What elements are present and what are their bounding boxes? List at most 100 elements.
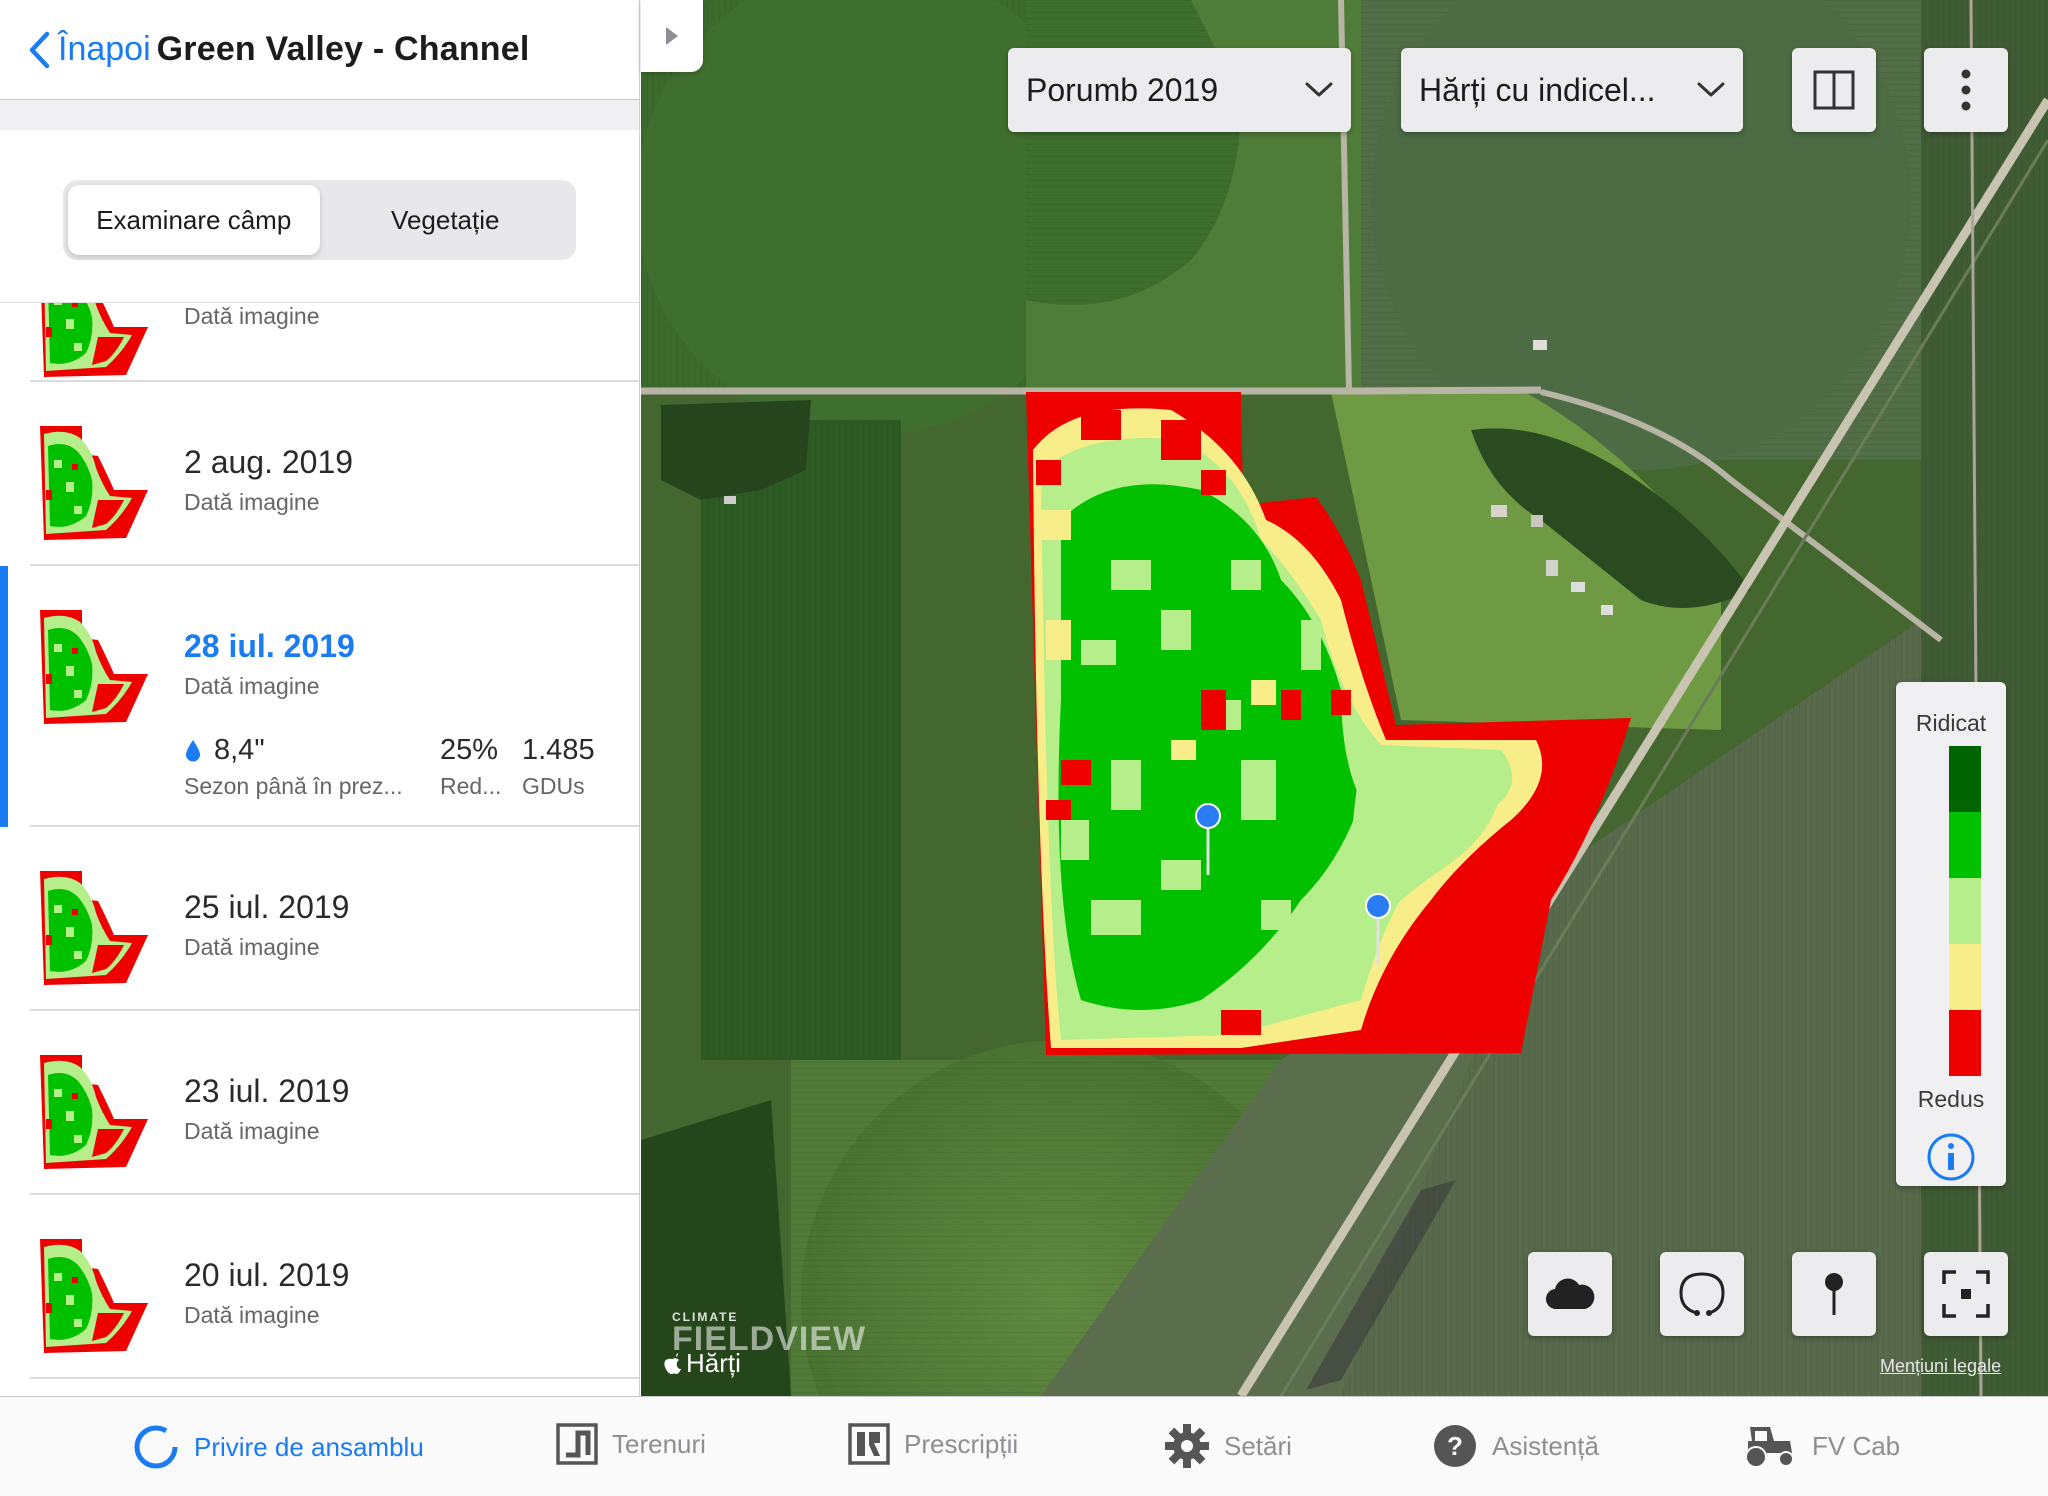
rain-value: 8,4" xyxy=(214,734,265,766)
legend-swatch xyxy=(1949,1010,1981,1076)
gdu-value: 1.485 xyxy=(522,734,595,766)
field-thumbnail xyxy=(40,1055,148,1169)
cloud-button[interactable] xyxy=(1528,1252,1612,1336)
tab-overview-label: Privire de ansamblu xyxy=(194,1431,424,1462)
map-type-dropdown[interactable]: Hărți cu indicel... xyxy=(1401,48,1743,132)
rain-stat: 8,4" Sezon până în prez... xyxy=(184,734,440,800)
maps-label: Hărți xyxy=(686,1348,741,1378)
tab-field-scouting[interactable]: Examinare câmp xyxy=(68,185,320,255)
list-item[interactable]: 20 iul. 2019 Dată imagine xyxy=(30,1195,639,1379)
collapse-panel-button[interactable] xyxy=(641,0,703,72)
list-item[interactable]: 25 iul. 2019 Dată imagine xyxy=(30,827,639,1011)
tab-settings-label: Setări xyxy=(1224,1430,1292,1461)
list-item[interactable]: 2 aug. 2019 Dată imagine xyxy=(30,382,639,566)
legend-swatch xyxy=(1949,812,1981,878)
legend-swatch xyxy=(1949,878,1981,944)
field-thumbnail xyxy=(41,303,148,377)
tab-settings[interactable]: Setări xyxy=(1164,1423,1292,1469)
crop-season-value: Porumb 2019 xyxy=(1026,71,1219,108)
field-thumbnail xyxy=(40,1239,148,1353)
gear-icon xyxy=(1165,1424,1209,1468)
reduced-stat: 25% Red... xyxy=(440,734,522,800)
fields-icon xyxy=(556,1423,598,1465)
prescriptions-icon xyxy=(848,1423,890,1465)
info-icon[interactable] xyxy=(1926,1132,1976,1182)
reduced-value: 25% xyxy=(440,734,499,766)
item-date: 28 iul. 2019 xyxy=(184,628,355,664)
list-item[interactable]: Dată imagine xyxy=(30,303,639,382)
tab-support[interactable]: ? Asistență xyxy=(1432,1423,1599,1469)
field-thumbnail xyxy=(40,871,148,985)
item-date: 23 iul. 2019 xyxy=(184,1073,350,1109)
navigation-bar: Înapoi Green Valley - Channel xyxy=(0,0,639,100)
help-icon: ? xyxy=(1434,1425,1476,1467)
cloud-icon xyxy=(1545,1278,1595,1310)
legend-swatch xyxy=(1949,746,1981,812)
tab-fields[interactable]: Terenuri xyxy=(556,1423,706,1465)
legend-swatch xyxy=(1949,944,1981,1010)
tab-fields-label: Terenuri xyxy=(612,1428,706,1459)
tab-overview[interactable]: Privire de ansamblu xyxy=(132,1423,424,1471)
tab-support-label: Asistență xyxy=(1492,1430,1599,1461)
field-list-panel: Înapoi Green Valley - Channel Examinare … xyxy=(0,0,640,1396)
imagery-list: Dată imagine 2 aug. 2019 Dată imagine 28… xyxy=(0,303,639,1396)
chevron-left-icon xyxy=(29,31,50,68)
gdu-label: GDUs xyxy=(522,773,585,799)
play-right-icon xyxy=(666,27,678,45)
overview-icon xyxy=(134,1425,178,1469)
map-type-value: Hărți cu indicel... xyxy=(1419,71,1656,108)
item-subtitle: Dată imagine xyxy=(184,1302,320,1328)
tab-vegetation[interactable]: Vegetație xyxy=(320,185,572,255)
list-item[interactable]: 23 iul. 2019 Dată imagine xyxy=(30,1011,639,1195)
back-label: Înapoi xyxy=(58,30,151,68)
vegetation-index-overlay xyxy=(1026,392,1631,1055)
view-segmented-control: Examinare câmp Vegetație xyxy=(63,180,576,260)
legend-high-label: Ridicat xyxy=(1915,710,1987,736)
season-stats: 8,4" Sezon până în prez... 25% Red... 1.… xyxy=(184,734,595,800)
drop-pin-button[interactable] xyxy=(1792,1252,1876,1336)
gdu-stat: 1.485 GDUs xyxy=(522,734,595,800)
back-button[interactable]: Înapoi xyxy=(28,30,151,69)
tab-fv-cab[interactable]: FV Cab xyxy=(1740,1423,1900,1469)
item-subtitle: Dată imagine xyxy=(184,489,320,515)
tractor-icon xyxy=(1745,1427,1794,1468)
field-thumbnail xyxy=(40,426,148,540)
rain-label: Sezon până în prez... xyxy=(184,773,403,799)
chevron-down-icon xyxy=(1697,82,1725,97)
split-view-button[interactable] xyxy=(1792,48,1876,132)
field-thumbnail xyxy=(40,610,148,724)
split-view-icon xyxy=(1813,70,1855,110)
satellite-map[interactable] xyxy=(641,0,2048,1396)
reduced-label: Red... xyxy=(440,773,502,799)
pin-icon xyxy=(1825,1273,1843,1315)
field-title: Green Valley - Channel xyxy=(156,30,530,68)
item-subtitle: Dată imagine xyxy=(184,1118,320,1144)
draw-boundary-button[interactable] xyxy=(1660,1252,1744,1336)
index-legend: Ridicat Redus xyxy=(1896,682,2006,1186)
list-item[interactable]: 28 iul. 2019 Dată imagine 8,4" Sezon pân… xyxy=(30,566,639,827)
svg-text:?: ? xyxy=(1447,1431,1463,1461)
more-options-button[interactable] xyxy=(1924,48,2008,132)
item-date: 20 iul. 2019 xyxy=(184,1257,350,1293)
apple-icon xyxy=(664,1352,681,1374)
item-subtitle: Dată imagine xyxy=(184,303,320,329)
chevron-down-icon xyxy=(1305,82,1333,97)
item-date: 25 iul. 2019 xyxy=(184,889,350,925)
more-vertical-icon xyxy=(1961,69,1971,111)
tab-bar: Privire de ansamblu Terenuri Prescripții xyxy=(0,1396,2048,1496)
item-subtitle: Dată imagine xyxy=(184,934,320,960)
tab-prescriptions[interactable]: Prescripții xyxy=(848,1423,1018,1465)
tab-prescriptions-label: Prescripții xyxy=(904,1428,1019,1459)
raindrop-icon xyxy=(186,739,200,761)
fullscreen-icon xyxy=(1942,1270,1990,1318)
crop-season-dropdown[interactable]: Porumb 2019 xyxy=(1008,48,1351,132)
fit-field-button[interactable] xyxy=(1924,1252,2008,1336)
apple-maps-attribution: Hărți xyxy=(662,1348,741,1379)
segment-area: Examinare câmp Vegetație xyxy=(0,100,639,303)
item-date: 2 aug. 2019 xyxy=(184,444,354,480)
tab-fv-cab-label: FV Cab xyxy=(1812,1430,1901,1461)
legend-low-label: Redus xyxy=(1917,1086,1985,1112)
legal-notices-link[interactable]: Mențiuni legale xyxy=(1880,1356,2001,1377)
selection-indicator xyxy=(0,566,8,827)
lasso-icon xyxy=(1679,1272,1725,1316)
